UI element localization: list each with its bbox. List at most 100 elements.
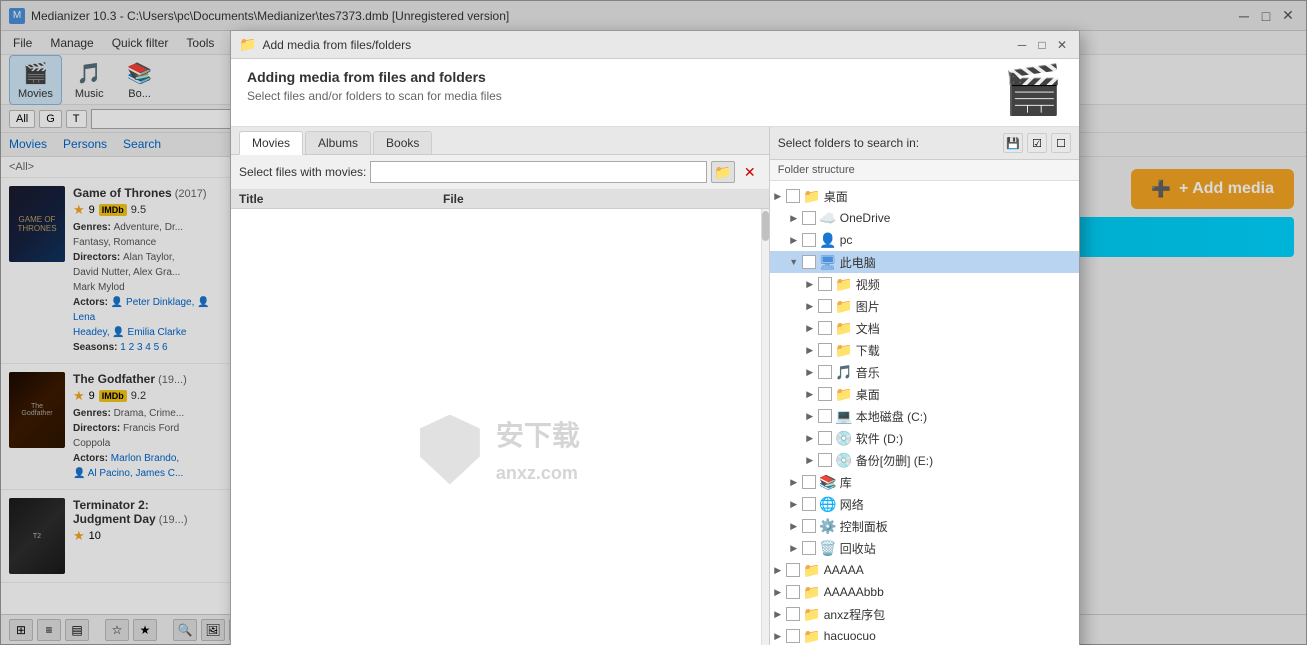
tree-item-this-pc[interactable]: ▼ 🖥 此电脑 (770, 251, 1079, 273)
tree-check-control-panel[interactable] (802, 519, 816, 533)
tree-expand-aaaaa-bbb[interactable]: ▶ (770, 581, 786, 603)
tree-expand-library[interactable]: ▶ (786, 471, 802, 493)
dialog-table-scrollbar[interactable] (761, 209, 769, 645)
tree-icon-drive-c: 💻 (835, 407, 853, 425)
tree-check-downloads[interactable] (818, 343, 832, 357)
tree-item-network[interactable]: ▶ 🌐 网络 (770, 493, 1079, 515)
dialog-tab-books[interactable]: Books (373, 131, 432, 154)
tree-icon-aaaaa: 📁 (803, 561, 821, 579)
tree-label-anxz: anxz程序包 (824, 606, 885, 623)
tree-check-pictures[interactable] (818, 299, 832, 313)
watermark-shield-icon (420, 415, 480, 485)
tree-check-drive-d[interactable] (818, 431, 832, 445)
tree-check-music[interactable] (818, 365, 832, 379)
dialog-col-file: File (443, 192, 761, 206)
folder-check-button[interactable]: ☑ (1027, 133, 1047, 153)
folder-structure-label: Folder structure (770, 160, 1079, 181)
tree-check-desktop[interactable] (786, 189, 800, 203)
folder-header-icons: 💾 ☑ ☐ (1003, 133, 1071, 153)
tree-check-onedrive[interactable] (802, 211, 816, 225)
dialog-tabs: Movies Albums Books (231, 127, 769, 155)
tree-check-aaaaa-bbb[interactable] (786, 585, 800, 599)
tree-check-anxz[interactable] (786, 607, 800, 621)
tree-expand-drive-c[interactable]: ▶ (802, 405, 818, 427)
folder-tree[interactable]: ▶ 📁 桌面 ▶ ☁️ OneDrive ▶ (770, 181, 1079, 645)
tree-item-downloads[interactable]: ▶ 📁 下载 (770, 339, 1079, 361)
tree-item-control-panel[interactable]: ▶ ⚙️ 控制面板 (770, 515, 1079, 537)
tree-item-desktop2[interactable]: ▶ 📁 桌面 (770, 383, 1079, 405)
tree-expand-documents[interactable]: ▶ (802, 317, 818, 339)
tree-check-aaaaa[interactable] (786, 563, 800, 577)
tree-expand-onedrive[interactable]: ▶ (786, 207, 802, 229)
tree-item-library[interactable]: ▶ 📚 库 (770, 471, 1079, 493)
folder-window-button[interactable]: ☐ (1051, 133, 1071, 153)
dialog-close-button[interactable]: ✕ (1053, 36, 1071, 54)
tree-item-documents[interactable]: ▶ 📁 文档 (770, 317, 1079, 339)
tree-expand-pc[interactable]: ▶ (786, 229, 802, 251)
tree-expand-drive-e[interactable]: ▶ (802, 449, 818, 471)
tree-icon-this-pc: 🖥 (819, 253, 837, 271)
tree-check-drive-e[interactable] (818, 453, 832, 467)
tree-expand-pictures[interactable]: ▶ (802, 295, 818, 317)
tree-expand-music[interactable]: ▶ (802, 361, 818, 383)
dialog-clear-button[interactable]: ✕ (739, 161, 761, 183)
scrollbar-thumb[interactable] (762, 211, 769, 241)
tree-item-hacuocuo[interactable]: ▶ 📁 hacuocuo (770, 625, 1079, 645)
tree-expand-drive-d[interactable]: ▶ (802, 427, 818, 449)
folder-save-button[interactable]: 💾 (1003, 133, 1023, 153)
tree-expand-anxz[interactable]: ▶ (770, 603, 786, 625)
dialog-browse-button[interactable]: 📁 (711, 161, 735, 183)
tree-check-desktop2[interactable] (818, 387, 832, 401)
dialog-overlay: 📁 Add media from files/folders ─ □ ✕ Add… (0, 0, 1307, 645)
dialog-tab-movies[interactable]: Movies (239, 131, 303, 155)
tree-item-drive-e[interactable]: ▶ 💿 备份[勿删] (E:) (770, 449, 1079, 471)
tree-item-drive-c[interactable]: ▶ 💻 本地磁盘 (C:) (770, 405, 1079, 427)
tree-check-drive-c[interactable] (818, 409, 832, 423)
tree-check-pc[interactable] (802, 233, 816, 247)
tree-label-documents: 文档 (856, 320, 880, 337)
dialog-maximize-button[interactable]: □ (1033, 36, 1051, 54)
tree-check-library[interactable] (802, 475, 816, 489)
tree-expand-recycle[interactable]: ▶ (786, 537, 802, 559)
tree-check-documents[interactable] (818, 321, 832, 335)
tree-item-pc[interactable]: ▶ 👤 pc (770, 229, 1079, 251)
tree-expand-desktop2[interactable]: ▶ (802, 383, 818, 405)
dialog-tab-albums[interactable]: Albums (305, 131, 371, 154)
tree-icon-downloads: 📁 (835, 341, 853, 359)
tree-check-hacuocuo[interactable] (786, 629, 800, 643)
tree-check-this-pc[interactable] (802, 255, 816, 269)
dialog-minimize-button[interactable]: ─ (1013, 36, 1031, 54)
tree-item-desktop[interactable]: ▶ 📁 桌面 (770, 185, 1079, 207)
dialog-table-header: Title File (231, 190, 769, 209)
tree-item-anxz[interactable]: ▶ 📁 anxz程序包 (770, 603, 1079, 625)
tree-expand-video[interactable]: ▶ (802, 273, 818, 295)
tree-label-library: 库 (840, 474, 852, 491)
tree-expand-hacuocuo[interactable]: ▶ (770, 625, 786, 645)
tree-item-music[interactable]: ▶ 🎵 音乐 (770, 361, 1079, 383)
tree-icon-onedrive: ☁️ (819, 209, 837, 227)
tree-expand-control-panel[interactable]: ▶ (786, 515, 802, 537)
tree-label-hacuocuo: hacuocuo (824, 629, 876, 643)
tree-check-network[interactable] (802, 497, 816, 511)
tree-item-recycle[interactable]: ▶ 🗑️ 回收站 (770, 537, 1079, 559)
tree-item-onedrive[interactable]: ▶ ☁️ OneDrive (770, 207, 1079, 229)
tree-item-drive-d[interactable]: ▶ 💿 软件 (D:) (770, 427, 1079, 449)
dialog-file-input[interactable] (370, 161, 706, 183)
tree-expand-aaaaa[interactable]: ▶ (770, 559, 786, 581)
tree-expand-this-pc[interactable]: ▼ (786, 251, 802, 273)
tree-item-aaaaa-bbb[interactable]: ▶ 📁 AAAAAbbb (770, 581, 1079, 603)
tree-label-this-pc: 此电脑 (840, 254, 876, 271)
tree-check-video[interactable] (818, 277, 832, 291)
tree-item-pictures[interactable]: ▶ 📁 图片 (770, 295, 1079, 317)
tree-label-video: 视频 (856, 276, 880, 293)
tree-label-drive-d: 软件 (D:) (856, 430, 903, 447)
tree-expand-downloads[interactable]: ▶ (802, 339, 818, 361)
tree-icon-video: 📁 (835, 275, 853, 293)
tree-check-recycle[interactable] (802, 541, 816, 555)
tree-expand-desktop[interactable]: ▶ (770, 185, 786, 207)
tree-expand-network[interactable]: ▶ (786, 493, 802, 515)
tree-item-video[interactable]: ▶ 📁 视频 (770, 273, 1079, 295)
tree-item-aaaaa[interactable]: ▶ 📁 AAAAA (770, 559, 1079, 581)
tree-icon-drive-d: 💿 (835, 429, 853, 447)
dialog-body: Movies Albums Books Select files with mo… (231, 127, 1079, 645)
